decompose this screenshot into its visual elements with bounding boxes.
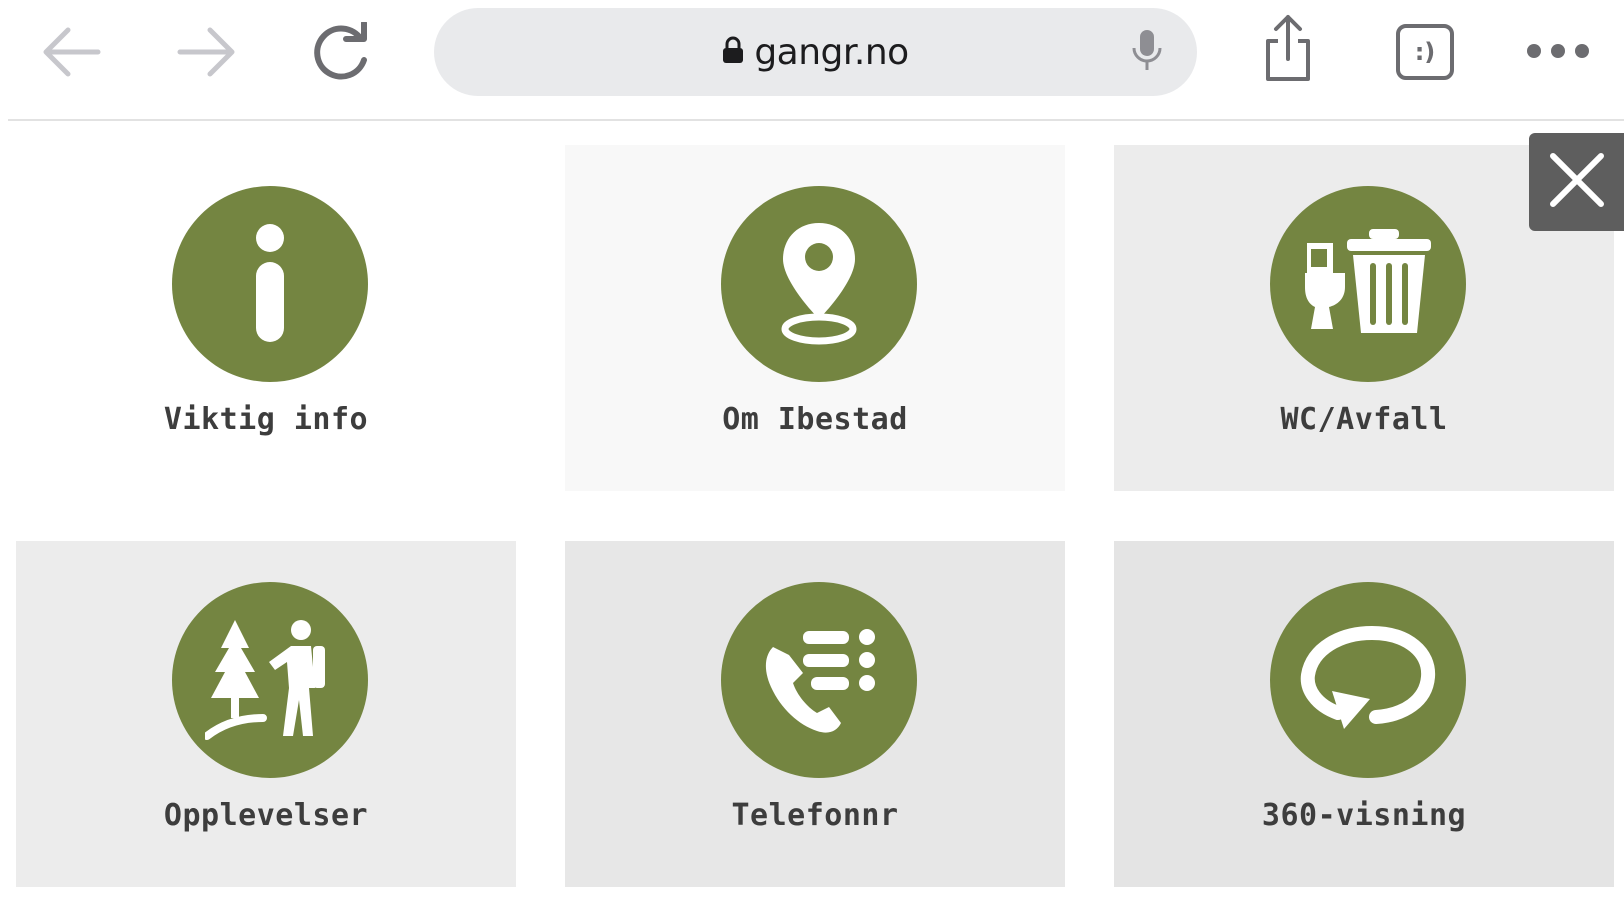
tab-switcher-button[interactable]: :) bbox=[1394, 22, 1456, 82]
tile-telefonnr[interactable]: Telefonnr bbox=[565, 541, 1065, 887]
tile-360-visning[interactable]: 360-visning bbox=[1114, 541, 1614, 887]
tile-label: 360-visning bbox=[1261, 798, 1467, 833]
tile-label: Opplevelser bbox=[163, 798, 369, 833]
lock-icon bbox=[722, 36, 744, 68]
more-dots-icon bbox=[1524, 41, 1592, 61]
tab-switcher-label: :) bbox=[1414, 38, 1436, 66]
toilet-trash-icon bbox=[1270, 186, 1466, 382]
arrow-right-icon bbox=[176, 24, 238, 80]
arrow-left-icon bbox=[40, 24, 102, 80]
toolbar-divider bbox=[8, 119, 1624, 121]
rotate-360-icon bbox=[1270, 582, 1466, 778]
url-text: gangr.no bbox=[754, 31, 909, 73]
forward-button[interactable] bbox=[174, 22, 240, 82]
tile-label: Om Ibestad bbox=[722, 402, 908, 437]
tile-label: Telefonnr bbox=[731, 798, 899, 833]
address-bar[interactable]: gangr.no bbox=[434, 8, 1197, 96]
share-button[interactable] bbox=[1258, 12, 1318, 84]
tab-switcher-icon: :) bbox=[1396, 24, 1454, 80]
browser-toolbar: gangr.no :) bbox=[0, 0, 1624, 120]
voice-search-button[interactable] bbox=[1125, 30, 1169, 74]
back-button[interactable] bbox=[38, 22, 104, 82]
tile-opplevelser[interactable]: Opplevelser bbox=[16, 541, 516, 887]
tile-om-ibestad[interactable]: Om Ibestad bbox=[565, 145, 1065, 491]
tile-viktig-info[interactable]: Viktig info bbox=[16, 145, 516, 491]
reload-icon bbox=[312, 22, 374, 82]
close-icon bbox=[1549, 152, 1605, 212]
reload-button[interactable] bbox=[310, 20, 376, 84]
microphone-icon bbox=[1129, 28, 1165, 76]
tile-label: Viktig info bbox=[163, 402, 369, 437]
phone-list-icon bbox=[721, 582, 917, 778]
close-menu-button[interactable] bbox=[1529, 133, 1624, 231]
info-icon bbox=[172, 186, 368, 382]
hiker-tree-icon bbox=[172, 582, 368, 778]
tile-label: WC/Avfall bbox=[1280, 402, 1448, 437]
share-icon bbox=[1260, 13, 1316, 83]
more-button[interactable] bbox=[1522, 34, 1594, 68]
location-pin-icon bbox=[721, 186, 917, 382]
